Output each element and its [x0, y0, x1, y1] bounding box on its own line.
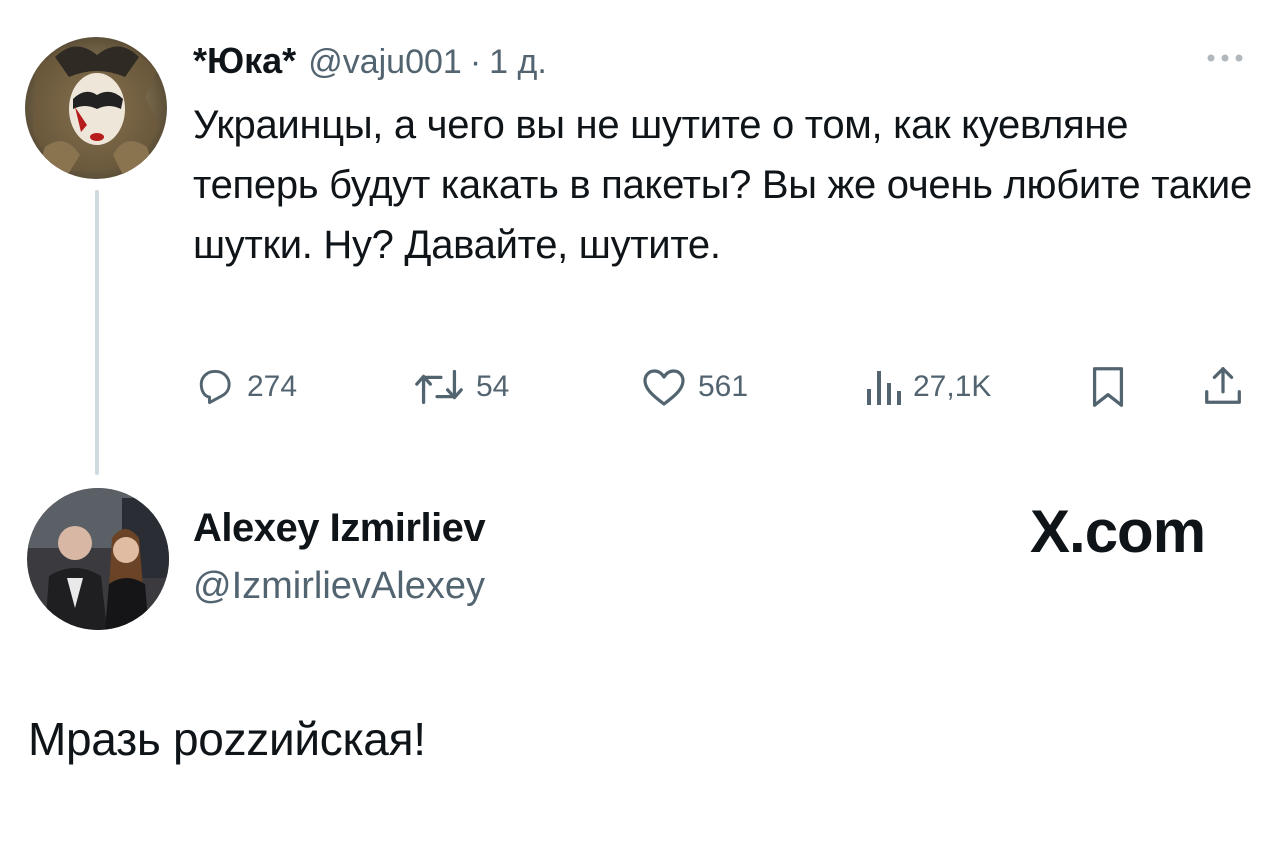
- views-chart-icon: [867, 371, 901, 405]
- thread-connector-line: [95, 190, 99, 475]
- avatar-original[interactable]: [25, 37, 167, 179]
- more-button[interactable]: [1205, 50, 1245, 66]
- tweet-text: Украинцы, а чего вы не шутите о том, как…: [193, 103, 1252, 267]
- reply-author-name[interactable]: Alexey Izmirliev: [193, 506, 486, 551]
- bookmark-icon: [1092, 367, 1124, 407]
- repost-action[interactable]: 54: [412, 362, 509, 412]
- reply-action[interactable]: 274: [193, 362, 297, 412]
- views-count: 27,1K: [913, 370, 992, 403]
- reply-author-handle[interactable]: @IzmirlievAlexey: [193, 565, 485, 608]
- like-action[interactable]: 561: [640, 362, 748, 412]
- more-dots-icon: [1207, 54, 1243, 62]
- reply-count: 274: [247, 370, 298, 403]
- like-count: 561: [698, 370, 749, 403]
- bookmark-button[interactable]: [1088, 364, 1128, 410]
- views-action[interactable]: 27,1K: [863, 362, 991, 412]
- reply-icon: [199, 369, 231, 405]
- site-logo-text: X.com: [1030, 498, 1206, 565]
- reply-text: Мразь pozzийская!: [28, 713, 426, 765]
- tweet-time[interactable]: 1 д.: [489, 43, 547, 82]
- author-handle[interactable]: @vaju001: [308, 43, 462, 82]
- tweet-header: *Юка* @vaju001 · 1 д.: [193, 40, 547, 84]
- site-logo: X.com: [1030, 497, 1206, 566]
- avatar-reply[interactable]: [27, 488, 169, 630]
- author-name[interactable]: *Юка*: [193, 40, 296, 82]
- heart-icon: [643, 369, 685, 406]
- header-separator: ·: [469, 43, 482, 81]
- repost-count: 54: [476, 370, 510, 403]
- share-icon: [1205, 367, 1241, 404]
- repost-icon: [415, 369, 463, 405]
- photo-avatar-image: [27, 488, 169, 630]
- mask-avatar-image: [25, 37, 167, 179]
- share-button[interactable]: [1200, 362, 1246, 410]
